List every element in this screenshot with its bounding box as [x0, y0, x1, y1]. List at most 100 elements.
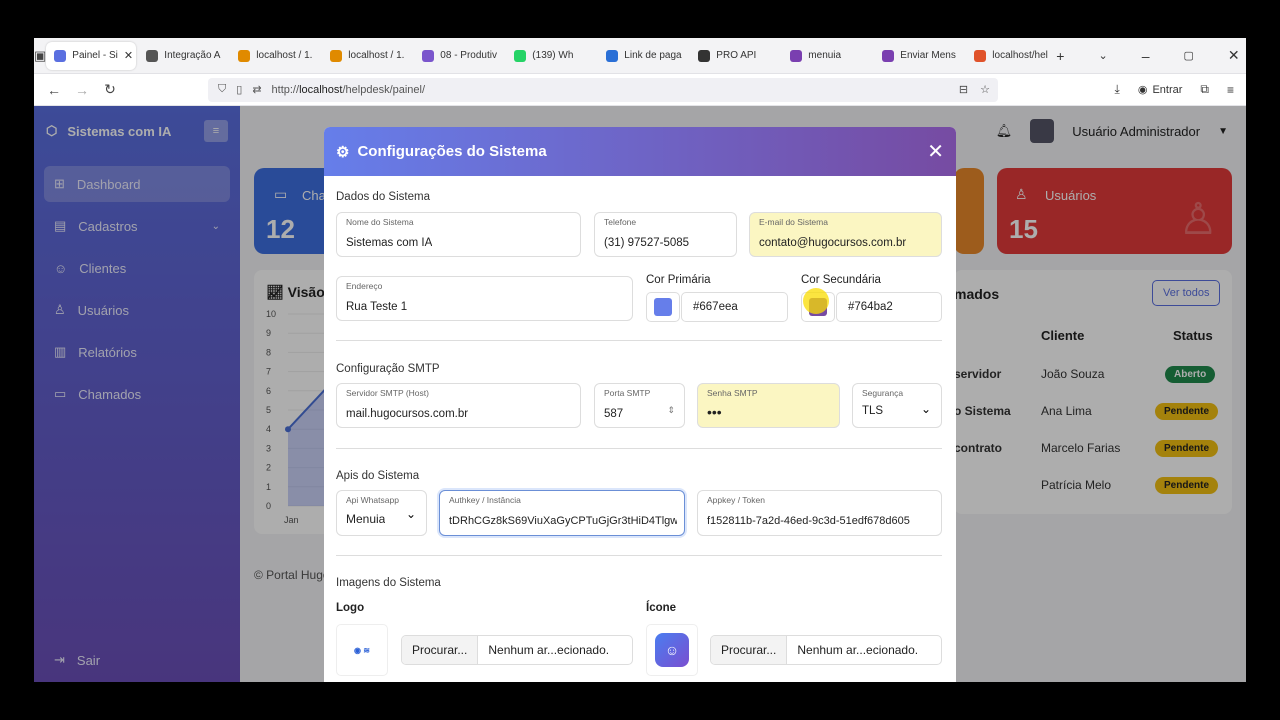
primary-color-picker[interactable]	[646, 292, 680, 322]
smtp-port-field[interactable]: Porta SMTP 587 ⇕	[594, 383, 685, 428]
phone-field[interactable]: Telefone (31) 97527-5085	[594, 212, 737, 257]
address-field[interactable]: Endereço Rua Teste 1	[336, 276, 633, 321]
browser-tab[interactable]: Painel - Si ✕	[46, 41, 137, 70]
toolbar-right: ⤓ ◉ Entrar ⧉ ≡	[1115, 82, 1246, 97]
close-tab-icon[interactable]: ✕	[124, 49, 133, 62]
divider	[336, 448, 942, 449]
back-icon[interactable]: ←	[40, 82, 68, 98]
logo-image-icon: ◉ ≋	[354, 645, 370, 655]
section-smtp: Configuração SMTP	[336, 363, 440, 375]
modal-header: ⚙ Configurações do Sistema ✕	[324, 127, 956, 176]
tab-favicon-icon	[422, 49, 435, 62]
stepper-icon[interactable]: ⇕	[667, 405, 675, 416]
tab-label: Integração A	[164, 50, 221, 61]
tab-favicon-icon	[146, 49, 159, 62]
field-value: TLS	[862, 405, 884, 417]
field-label: Endereço	[346, 281, 383, 291]
browse-button[interactable]: Procurar...	[711, 636, 788, 664]
minimize-icon[interactable]: –	[1142, 48, 1150, 64]
primary-color-swatch	[654, 298, 672, 316]
url-text: http://localhost/helpdesk/painel/	[271, 83, 426, 96]
field-value: 587	[604, 408, 624, 420]
close-icon[interactable]: ✕	[927, 139, 944, 164]
divider	[336, 340, 942, 341]
browser-tab[interactable]: menuia	[782, 42, 872, 70]
logo-label: Logo	[336, 602, 365, 614]
mouse-cursor-highlight	[803, 288, 829, 314]
file-name: Nenhum ar...ecionado.	[797, 643, 919, 657]
field-value: Sistemas com IA	[346, 237, 433, 249]
app-area: ⬡ Sistemas com IA ≡ ⊞ Dashboard ▤ Cadastros…	[34, 106, 1246, 682]
app-menu-icon[interactable]: ≡	[1227, 83, 1234, 97]
tab-label: PRO API	[716, 50, 757, 61]
bookmark-star-icon[interactable]: ☆	[980, 83, 990, 96]
icon-file-input[interactable]: Procurar... Nenhum ar...ecionado.	[710, 635, 942, 665]
reader-view-icon[interactable]: ⊟	[959, 83, 968, 96]
browser-tab[interactable]: (139) Wh	[506, 42, 596, 70]
browser-tab[interactable]: localhost / 1.	[230, 42, 320, 70]
tab-overview-icon[interactable]: ▣	[34, 48, 46, 64]
sign-in-label: Entrar	[1152, 83, 1183, 96]
address-field[interactable]: ⛉ ▯ ⇄ http://localhost/helpdesk/painel/ …	[208, 77, 998, 102]
field-label: Servidor SMTP (Host)	[346, 388, 429, 398]
tab-label: localhost / 1.	[348, 50, 405, 61]
system-name-field[interactable]: Nome do Sistema Sistemas com IA	[336, 212, 581, 257]
tab-list: Painel - Si ✕ Integração A localhost / 1. lo…	[46, 41, 1056, 70]
logo-preview: ◉ ≋	[336, 624, 388, 676]
field-value: f152811b-7a2d-46ed-9c3d-51edf678d605	[707, 515, 910, 527]
tab-bar: ▣ Painel - Si ✕ Integração A localhost / 1.…	[34, 38, 1246, 74]
section-apis: Apis do Sistema	[336, 470, 420, 482]
sign-in-button[interactable]: ◉ Entrar	[1138, 83, 1183, 97]
section-imagens: Imagens do Sistema	[336, 577, 441, 589]
divider	[336, 555, 942, 556]
tab-favicon-icon	[882, 49, 895, 62]
browser-tab[interactable]: Enviar Mens	[874, 42, 964, 70]
browser-tab[interactable]: localhost / 1.	[322, 42, 412, 70]
browser-tab[interactable]: 08 - Produtiv	[414, 42, 504, 70]
tab-label: 08 - Produtiv	[440, 50, 497, 61]
new-tab-icon[interactable]: +	[1056, 48, 1064, 64]
security-select[interactable]: Segurança TLS ⌄	[852, 383, 942, 428]
field-value: Rua Teste 1	[346, 301, 408, 313]
tab-list-chevron-icon[interactable]: ⌄	[1098, 49, 1107, 62]
primary-color-input[interactable]: #667eea	[681, 292, 788, 322]
maximize-icon[interactable]: ▢	[1184, 49, 1194, 62]
field-label: Segurança	[862, 388, 904, 398]
field-label: Senha SMTP	[707, 388, 758, 398]
forward-icon[interactable]: →	[68, 82, 96, 98]
field-value: mail.hugocursos.com.br	[346, 408, 469, 420]
tab-label: localhost / 1.	[256, 50, 313, 61]
logo-file-input[interactable]: Procurar... Nenhum ar...ecionado.	[401, 635, 633, 665]
secondary-color-label: Cor Secundária	[801, 274, 881, 286]
url-bar: ← → ↻ ⛉ ▯ ⇄ http://localhost/helpdesk/pa…	[34, 74, 1246, 106]
browser-tab[interactable]: Integração A	[138, 42, 228, 70]
appkey-field[interactable]: Appkey / Token f152811b-7a2d-46ed-9c3d-5…	[697, 490, 942, 536]
secondary-color-input[interactable]: #764ba2	[836, 292, 942, 322]
browser-tab[interactable]: Link de paga	[598, 42, 688, 70]
permissions-icon[interactable]: ⇄	[252, 83, 261, 96]
browser-tab[interactable]: localhost/hel	[966, 42, 1056, 70]
field-label: Appkey / Token	[707, 495, 765, 505]
section-dados: Dados do Sistema	[336, 191, 430, 203]
browser-window: ▣ Painel - Si ✕ Integração A localhost / 1.…	[34, 38, 1246, 682]
whatsapp-api-select[interactable]: Api Whatsapp Menuia ⌄	[336, 490, 427, 536]
page-icon: ▯	[236, 84, 243, 96]
reload-icon[interactable]: ↻	[96, 81, 124, 98]
browser-tab[interactable]: PRO API	[690, 42, 780, 70]
field-value: Menuia	[346, 512, 386, 526]
tab-label: Link de paga	[624, 50, 682, 61]
shield-icon[interactable]: ⛉	[218, 83, 226, 96]
tab-favicon-icon	[606, 49, 619, 62]
system-email-field[interactable]: E-mail do Sistema contato@hugocursos.com…	[749, 212, 942, 257]
tab-favicon-icon	[698, 49, 711, 62]
authkey-field[interactable]: Authkey / Instância tDRhCGz8kS69ViuXaGyC…	[439, 490, 685, 536]
browse-button[interactable]: Procurar...	[402, 636, 479, 664]
close-window-icon[interactable]: ✕	[1228, 47, 1240, 64]
download-icon[interactable]: ⤓	[1115, 82, 1120, 97]
field-value: tDRhCGz8kS69ViuXaGyCPTuGjGr3tHiD4Tlgwf4	[449, 515, 677, 527]
smtp-host-field[interactable]: Servidor SMTP (Host) mail.hugocursos.com…	[336, 383, 581, 428]
field-value: (31) 97527-5085	[604, 237, 690, 249]
extensions-icon[interactable]: ⧉	[1200, 82, 1209, 97]
smtp-password-field[interactable]: Senha SMTP •••	[697, 383, 840, 428]
primary-color-label: Cor Primária	[646, 274, 711, 286]
